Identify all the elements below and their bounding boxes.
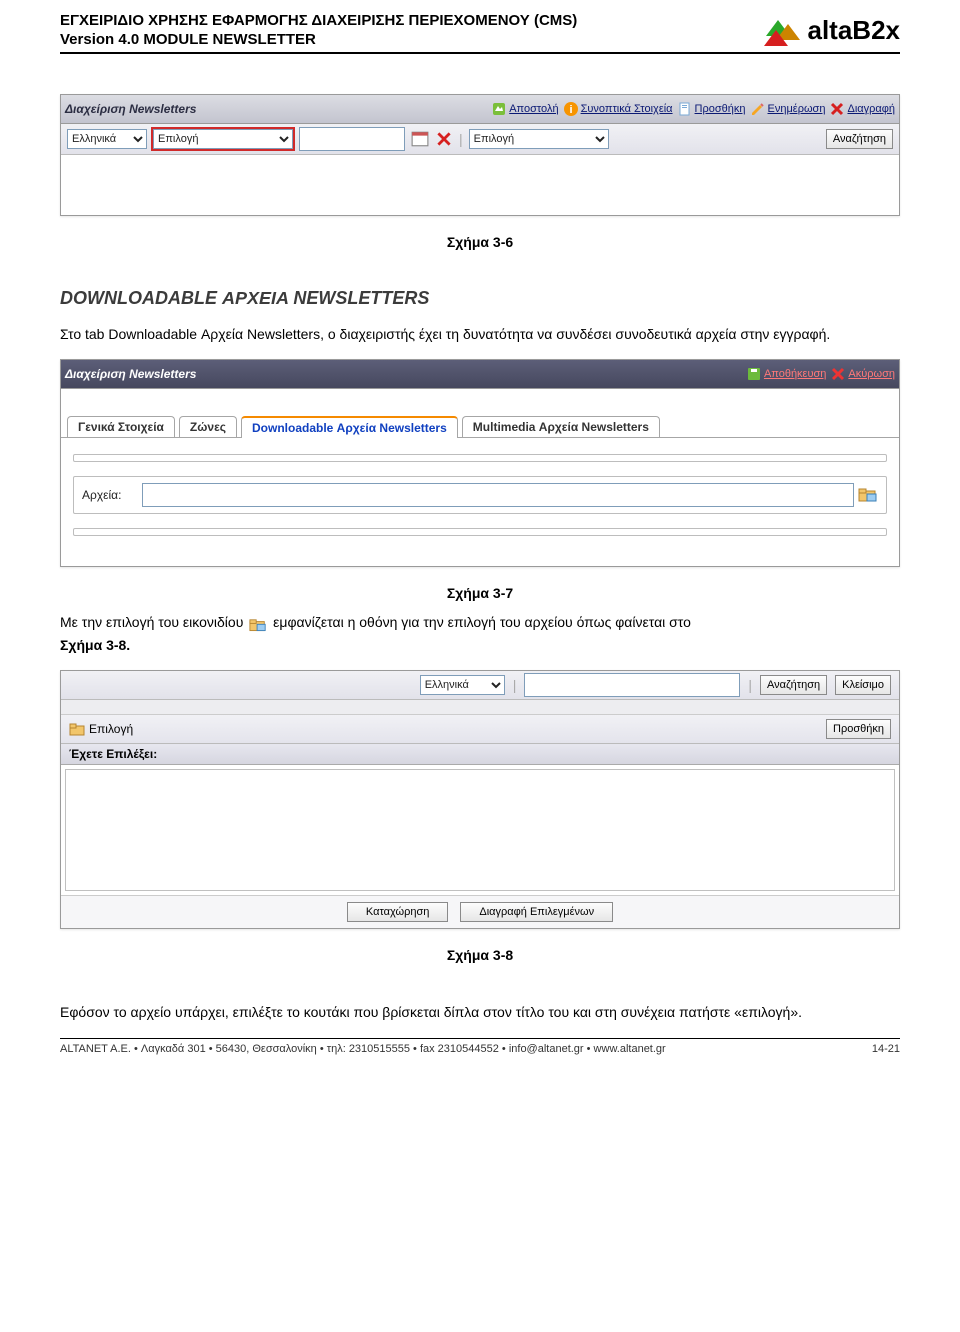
link-label: Αποστολή <box>509 103 558 115</box>
cancel-link[interactable]: Ακύρωση <box>830 366 895 382</box>
delete-icon <box>829 101 845 117</box>
send-icon <box>491 101 507 117</box>
tab-downloadable[interactable]: Downloadable Αρχεία Newsletters <box>241 416 458 438</box>
selected-list-area <box>65 769 895 891</box>
choice-select-2[interactable]: Επιλογή <box>469 129 609 149</box>
separator: | <box>513 677 517 693</box>
button-label: Αναζήτηση <box>833 133 886 145</box>
tab-label: Multimedia Αρχεία Newsletters <box>473 420 649 434</box>
delete-link[interactable]: Διαγραφή <box>829 101 895 117</box>
chosen-label: Έχετε Επιλέξει: <box>61 744 899 765</box>
panel-title: Διαχείριση Newsletters <box>65 102 491 116</box>
link-label: Ενημέρωση <box>768 103 826 115</box>
header-line2: Version 4.0 MODULE NEWSLETTER <box>60 30 762 50</box>
figure-3-6-titlebar: Διαχείριση Newsletters Αποστολή i Συνοπτι… <box>61 95 899 124</box>
svg-text:i: i <box>569 104 572 116</box>
tab-multimedia[interactable]: Multimedia Αρχεία Newsletters <box>462 416 660 437</box>
update-link[interactable]: Ενημέρωση <box>750 101 826 117</box>
figure-3-8-submitbar: Καταχώρηση Διαγραφή Επιλεγμένων <box>61 895 899 928</box>
figure-3-7-caption: Σχήμα 3-7 <box>60 585 900 601</box>
language-select[interactable]: Ελληνικά <box>67 129 147 149</box>
add-button-38[interactable]: Προσθήκη <box>826 719 891 739</box>
text-part-b: εμφανίζεται η οθόνη για την επιλογή του … <box>273 614 691 630</box>
figure-3-7-panel: Διαχείριση Newsletters Αποθήκευση Ακύρωσ… <box>60 359 900 567</box>
final-paragraph: Εφόσον το αρχείο υπάρχει, επιλέξτε το κο… <box>60 1001 900 1023</box>
search-button-38[interactable]: Αναζήτηση <box>760 675 827 695</box>
tab-zones[interactable]: Ζώνες <box>179 416 237 437</box>
results-area-empty <box>61 155 899 215</box>
figure-3-8-panel: Ελληνικά | | Αναζήτηση Κλείσιμο Επιλογή … <box>60 670 900 929</box>
pencil-icon <box>750 101 766 117</box>
files-label: Αρχεία: <box>82 488 142 502</box>
close-button[interactable]: Κλείσιμο <box>835 675 891 695</box>
tab-label: Ζώνες <box>190 420 226 434</box>
footer-page: 14-21 <box>872 1043 900 1055</box>
figure-3-8-caption: Σχήμα 3-8 <box>60 947 900 963</box>
tabs-row: Γενικά Στοιχεία Ζώνες Downloadable Αρχεί… <box>61 415 899 438</box>
separator: | <box>748 677 752 693</box>
button-label: Αναζήτηση <box>767 679 820 691</box>
browse-folder-icon[interactable] <box>858 487 878 503</box>
search-button[interactable]: Αναζήτηση <box>826 129 893 149</box>
text-part-a: Με την επιλογή του εικονιδίου <box>60 614 243 630</box>
button-label: Καταχώρηση <box>366 906 429 918</box>
header-text-block: ΕΓΧΕΙΡΙΔΙΟ ΧΡΗΣΗΣ ΕΦΑΡΜΟΓΗΣ ΔΙΑΧΕΙΡΙΣΗΣ … <box>60 11 762 50</box>
clear-icon[interactable] <box>435 130 453 148</box>
save-icon <box>746 366 762 382</box>
figure-3-7-titlebar: Διαχείριση Newsletters Αποθήκευση Ακύρωσ… <box>61 360 899 389</box>
figure-ref: Σχήμα 3-8. <box>60 637 130 653</box>
calendar-icon[interactable] <box>411 130 429 148</box>
language-select-38[interactable]: Ελληνικά <box>420 675 505 695</box>
form-area: Αρχεία: <box>61 438 899 566</box>
submit-button[interactable]: Καταχώρηση <box>347 902 448 922</box>
info-icon: i <box>563 101 579 117</box>
delete-selected-button[interactable]: Διαγραφή Επιλεγμένων <box>460 902 613 922</box>
document-header: ΕΓΧΕΙΡΙΔΙΟ ΧΡΗΣΗΣ ΕΦΑΡΜΟΓΗΣ ΔΙΑΧΕΙΡΙΣΗΣ … <box>60 10 900 54</box>
section-paragraph: Στο tab Downloadable Αρχεία Newsletters,… <box>60 323 900 345</box>
link-label: Προσθήκη <box>695 103 746 115</box>
search-input-38[interactable] <box>524 673 740 697</box>
files-field-row: Αρχεία: <box>73 476 887 514</box>
browse-folder-icon-inline <box>249 617 267 631</box>
link-label: Αποθήκευση <box>764 368 826 380</box>
spacer-bar <box>61 700 899 715</box>
figure-3-8-topbar: Ελληνικά | | Αναζήτηση Κλείσιμο <box>61 671 899 700</box>
figure-3-6-caption: Σχήμα 3-6 <box>60 234 900 250</box>
panel-title: Διαχείριση Newsletters <box>65 367 746 381</box>
link-label: Διαγραφή <box>847 103 895 115</box>
files-input[interactable] <box>142 483 854 507</box>
choose-label[interactable]: Επιλογή <box>89 722 133 736</box>
logo-icon <box>762 10 802 50</box>
summary-link[interactable]: i Συνοπτικά Στοιχεία <box>563 101 673 117</box>
link-label: Ακύρωση <box>848 368 895 380</box>
save-link[interactable]: Αποθήκευση <box>746 366 826 382</box>
button-label: Διαγραφή Επιλεγμένων <box>479 906 594 918</box>
link-label: Συνοπτικά Στοιχεία <box>581 103 673 115</box>
section-title: DOWNLOADABLE ΑΡΧΕΙΑ NEWSLETTERS <box>60 288 900 309</box>
tab-label: Γενικά Στοιχεία <box>78 420 164 434</box>
figure-3-6-panel: Διαχείριση Newsletters Αποστολή i Συνοπτι… <box>60 94 900 216</box>
mid-paragraph: Με την επιλογή του εικονιδίου εμφανίζετα… <box>60 611 900 656</box>
choice-select-highlighted[interactable]: Επιλογή <box>153 129 293 149</box>
tab-label: Downloadable Αρχεία Newsletters <box>252 421 447 435</box>
figure-3-8-choosebar: Επιλογή Προσθήκη <box>61 715 899 744</box>
cancel-icon <box>830 366 846 382</box>
document-add-icon <box>677 101 693 117</box>
footer-left: ALTANET A.E. • Λαγκαδά 301 • 56430, Θεσσ… <box>60 1043 666 1055</box>
button-label: Κλείσιμο <box>842 679 884 691</box>
header-line1: ΕΓΧΕΙΡΙΔΙΟ ΧΡΗΣΗΣ ΕΦΑΡΜΟΓΗΣ ΔΙΑΧΕΙΡΙΣΗΣ … <box>60 11 762 31</box>
figure-3-6-toolbar: Ελληνικά Επιλογή | Επιλογή Αναζήτηση <box>61 124 899 155</box>
date-field[interactable] <box>299 127 405 151</box>
logo-text: altaB2x <box>808 15 901 46</box>
separator: | <box>459 131 463 147</box>
tab-general[interactable]: Γενικά Στοιχεία <box>67 416 175 437</box>
logo: altaB2x <box>762 10 901 50</box>
folder-icon <box>69 721 85 737</box>
button-label: Προσθήκη <box>833 723 884 735</box>
add-link[interactable]: Προσθήκη <box>677 101 746 117</box>
document-footer: ALTANET A.E. • Λαγκαδά 301 • 56430, Θεσσ… <box>60 1038 900 1065</box>
send-link[interactable]: Αποστολή <box>491 101 558 117</box>
